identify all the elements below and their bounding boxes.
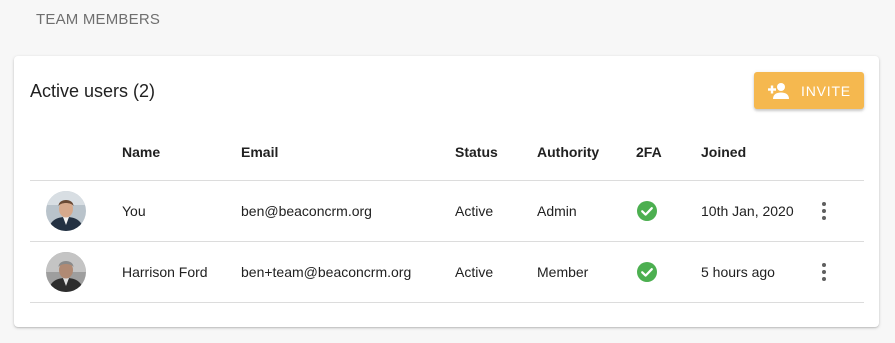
user-name: Harrison Ford: [122, 241, 241, 303]
more-options-icon[interactable]: [814, 199, 834, 223]
user-email: ben+team@beaconcrm.org: [241, 241, 455, 303]
invite-button[interactable]: INVITE: [754, 72, 864, 109]
table-row[interactable]: You ben@beaconcrm.org Active Admin 10th …: [30, 180, 864, 242]
user-avatar: [46, 251, 86, 292]
header-joined[interactable]: Joined: [701, 125, 814, 181]
user-status: Active: [455, 180, 537, 242]
check-circle-icon: [637, 200, 657, 221]
header-email[interactable]: Email: [241, 125, 455, 181]
active-users-card: Active users (2) INVITE Name Email Statu…: [14, 56, 879, 327]
header-avatar: [30, 125, 122, 181]
user-authority: Member: [537, 241, 636, 303]
section-title: TEAM MEMBERS: [36, 11, 161, 28]
table-row[interactable]: Harrison Ford ben+team@beaconcrm.org Act…: [30, 241, 864, 303]
header-name[interactable]: Name: [122, 125, 241, 181]
card-title: Active users (2): [30, 81, 156, 101]
invite-label: INVITE: [801, 82, 851, 99]
user-avatar: [46, 190, 86, 231]
user-status: Active: [455, 241, 537, 303]
header-actions: [814, 125, 864, 181]
check-circle-icon: [637, 261, 657, 282]
table-header-row: Name Email Status Authority 2FA Joined: [30, 125, 864, 181]
more-options-icon[interactable]: [814, 260, 834, 284]
header-authority[interactable]: Authority: [537, 125, 636, 181]
header-2fa[interactable]: 2FA: [636, 125, 701, 181]
user-authority: Admin: [537, 180, 636, 242]
user-joined: 5 hours ago: [701, 241, 814, 303]
person-add-icon: [768, 82, 790, 99]
user-joined: 10th Jan, 2020: [701, 180, 814, 242]
user-email: ben@beaconcrm.org: [241, 180, 455, 242]
user-name: You: [122, 180, 241, 242]
users-table: Name Email Status Authority 2FA Joined Y…: [30, 125, 864, 303]
header-status[interactable]: Status: [455, 125, 537, 181]
